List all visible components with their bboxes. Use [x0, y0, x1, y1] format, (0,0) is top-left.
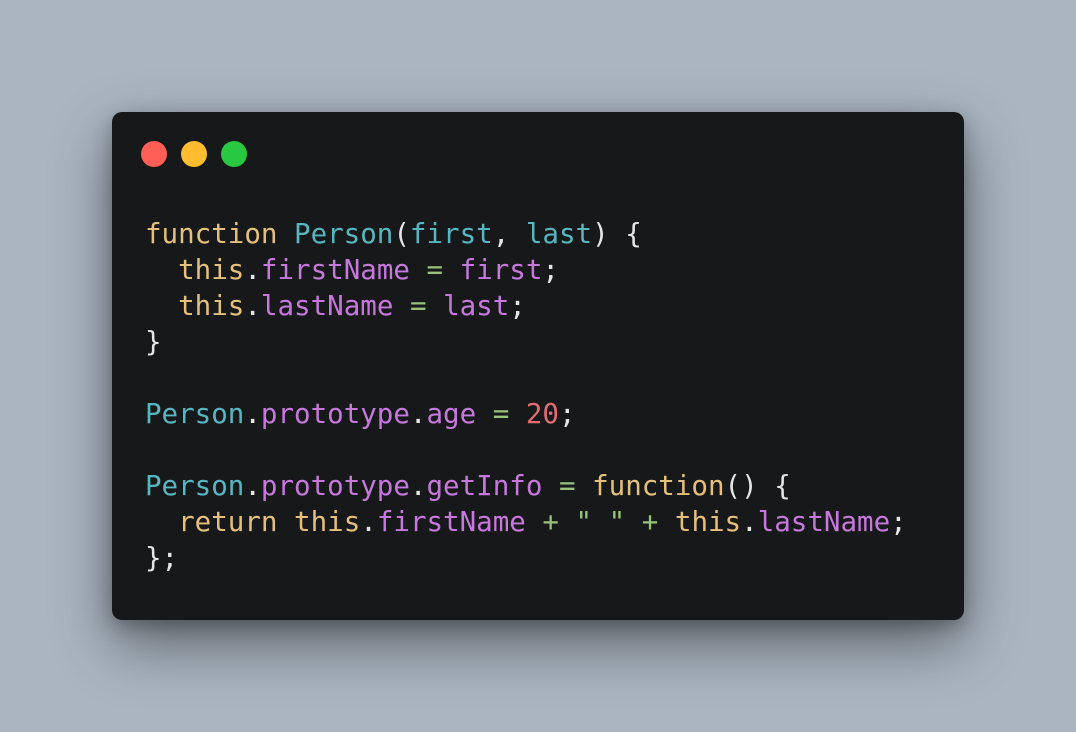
code-token: firstName: [376, 506, 526, 538]
code-token: function: [145, 218, 278, 250]
code-block: function Person(first, last) { this.firs…: [145, 216, 907, 576]
code-token: this: [178, 254, 245, 286]
code-token: last: [525, 218, 593, 250]
code-token: getInfo: [426, 470, 543, 502]
code-token: ) {: [592, 218, 642, 250]
code-line: return this.firstName + " " + this.lastN…: [145, 504, 907, 540]
code-token: function: [592, 470, 725, 502]
code-token: " ": [575, 506, 626, 538]
code-token: .: [244, 290, 261, 322]
code-token: +: [641, 506, 659, 538]
code-token: 20: [525, 398, 559, 430]
code-token: this: [674, 506, 742, 538]
window-controls: [141, 141, 247, 167]
code-window: function Person(first, last) { this.firs…: [112, 112, 964, 620]
code-line: Person.prototype.age = 20;: [145, 396, 907, 432]
code-token: first: [409, 218, 493, 250]
code-token: return: [178, 506, 278, 538]
code-token: +: [542, 506, 559, 538]
code-token: ;: [558, 398, 576, 430]
code-line: this.firstName = first;: [145, 252, 907, 288]
code-token: lastName: [757, 506, 891, 538]
code-token: first: [459, 254, 543, 286]
code-token: .: [741, 506, 758, 538]
code-token: =: [558, 470, 576, 502]
code-token: =: [409, 290, 427, 322]
code-token: last: [443, 290, 510, 322]
code-token: () {: [724, 470, 791, 502]
code-token: .: [244, 254, 261, 286]
code-token: ;: [509, 290, 526, 322]
code-line: };: [145, 540, 907, 576]
code-token: this: [178, 290, 245, 322]
code-token: };: [145, 542, 179, 574]
code-line: function Person(first, last) {: [145, 216, 907, 252]
code-token: }: [145, 326, 162, 358]
code-token: age: [426, 398, 477, 430]
code-line: this.lastName = last;: [145, 288, 907, 324]
code-token: firstName: [260, 254, 410, 286]
code-token: .: [409, 470, 427, 502]
code-token: .: [409, 398, 427, 430]
code-line: }: [145, 324, 907, 360]
code-token: ;: [890, 506, 907, 538]
minimize-dot-icon[interactable]: [181, 141, 207, 167]
code-token: (: [393, 218, 410, 250]
maximize-dot-icon[interactable]: [221, 141, 247, 167]
code-token: lastName: [260, 290, 394, 322]
code-line: Person.prototype.getInfo = function() {: [145, 468, 907, 504]
code-token: prototype: [260, 470, 410, 502]
close-dot-icon[interactable]: [141, 141, 167, 167]
code-token: Person: [294, 218, 394, 250]
code-token: =: [492, 398, 510, 430]
code-token: ,: [492, 218, 526, 250]
code-token: ;: [542, 254, 559, 286]
code-token: .: [244, 398, 261, 430]
code-token: Person: [145, 398, 245, 430]
code-token: .: [360, 506, 377, 538]
code-token: .: [244, 470, 261, 502]
code-token: Person: [145, 470, 245, 502]
code-token: prototype: [260, 398, 410, 430]
code-token: this: [294, 506, 361, 538]
code-token: =: [426, 254, 444, 286]
